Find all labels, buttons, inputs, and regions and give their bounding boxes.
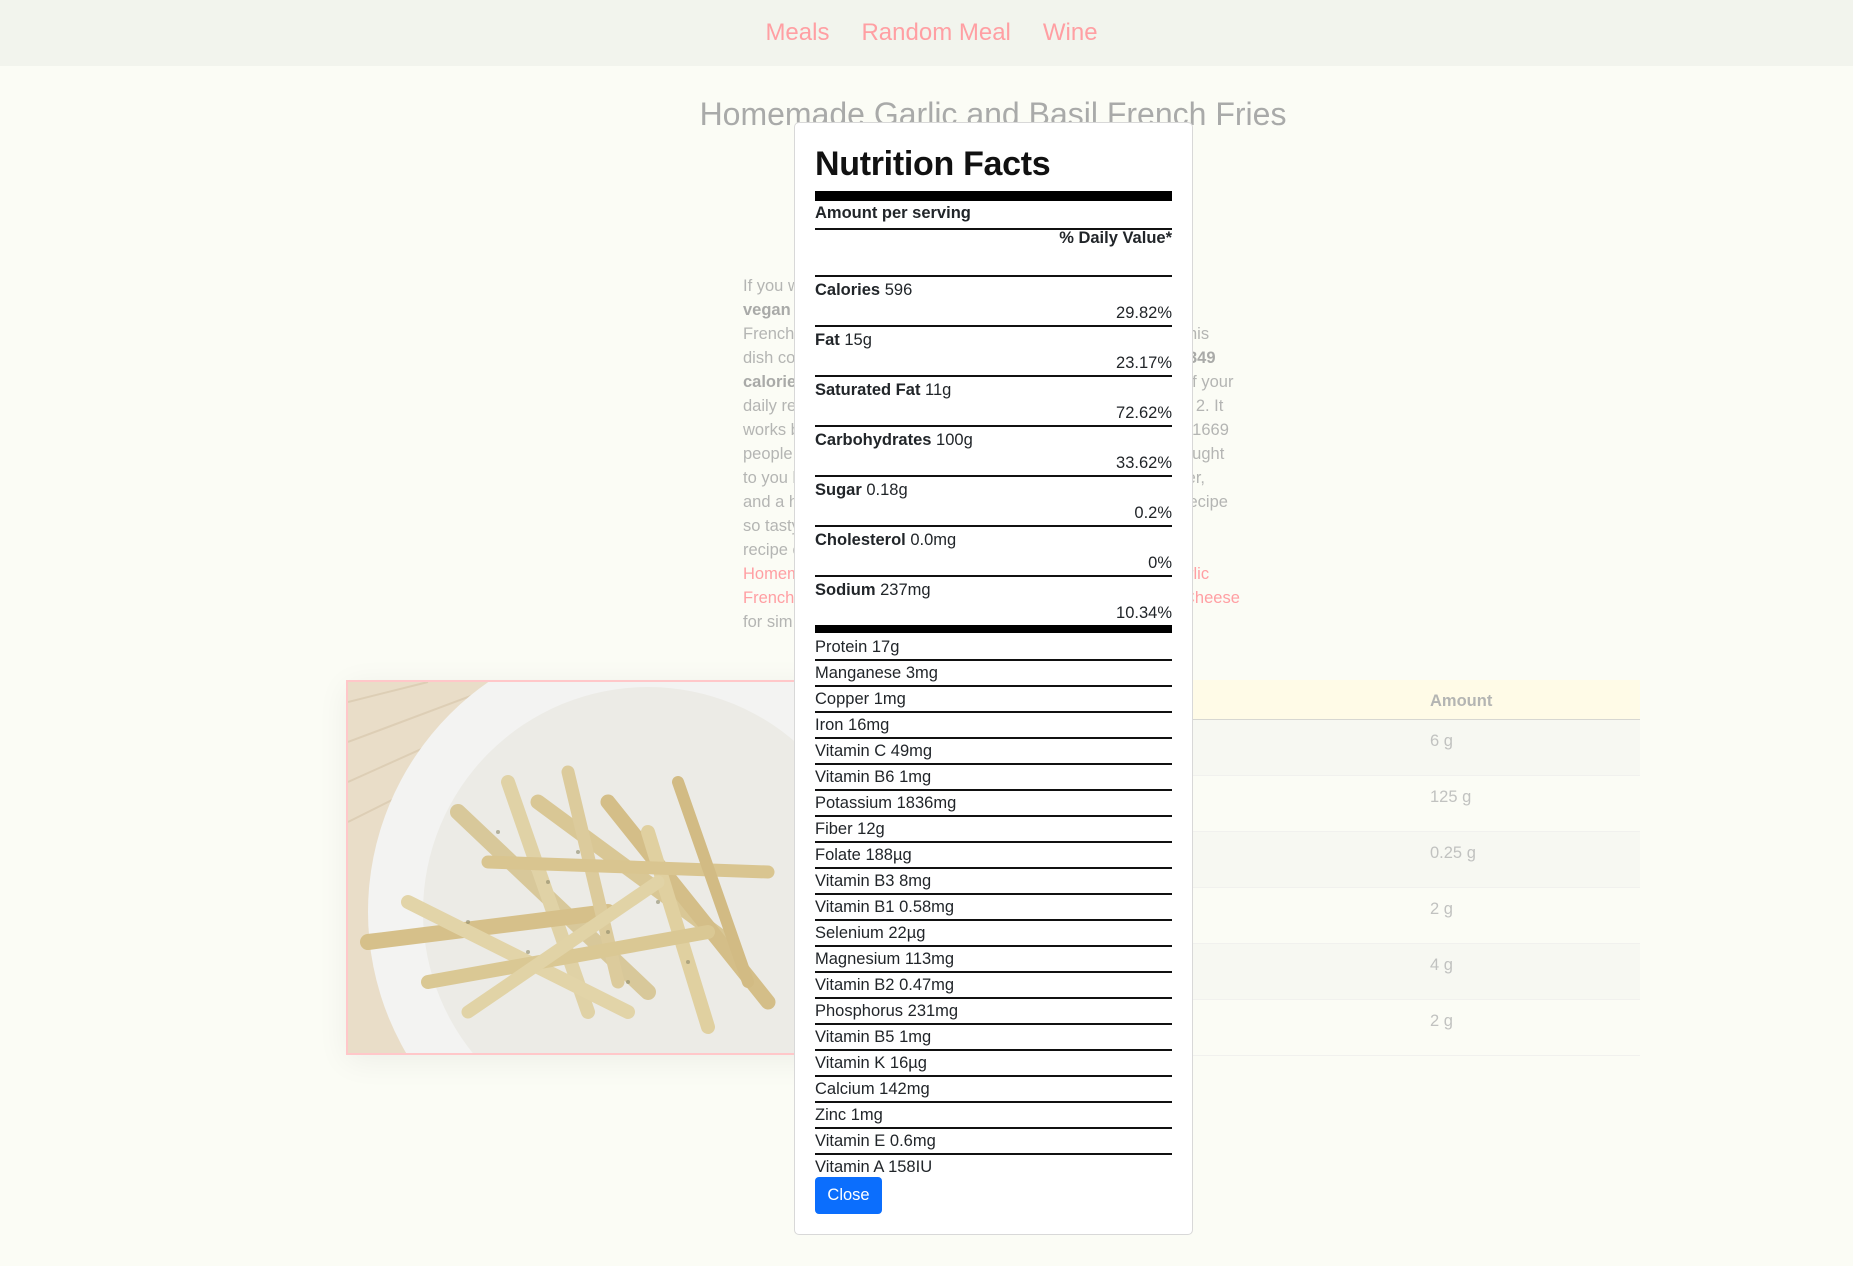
nutrient-row-sodium: Sodium 237mg 10.34%	[815, 581, 1172, 622]
list-item: Selenium 22µg	[815, 921, 1172, 947]
list-item: Vitamin K 16µg	[815, 1051, 1172, 1077]
nav-link-wine[interactable]: Wine	[1043, 19, 1098, 47]
list-item: Folate 188µg	[815, 843, 1172, 869]
french-fries-photo	[348, 682, 824, 1053]
nutrient-row-sugar: Sugar 0.18g 0.2%	[815, 477, 1172, 527]
list-item: Protein 17g	[815, 635, 1172, 661]
list-item: Zinc 1mg	[815, 1103, 1172, 1129]
table-row: 4 g	[1190, 944, 1640, 1000]
table-row: 0.25 g	[1190, 832, 1640, 888]
list-item: Magnesium 113mg	[815, 947, 1172, 973]
list-item: Potassium 1836mg	[815, 791, 1172, 817]
modal-title: Nutrition Facts	[815, 145, 1051, 183]
list-item: Manganese 3mg	[815, 661, 1172, 687]
similar-recipe-link-1[interactable]: Homem	[743, 565, 801, 583]
list-item: Vitamin B1 0.58mg	[815, 895, 1172, 921]
recipe-image	[346, 680, 826, 1055]
amount-per-serving-label: Amount per serving	[815, 204, 1172, 230]
list-item: Phosphorus 231mg	[815, 999, 1172, 1025]
list-item: Vitamin B6 1mg	[815, 765, 1172, 791]
nutrient-row-calories: Calories 596 29.82%	[815, 277, 1172, 327]
list-item: Vitamin B3 8mg	[815, 869, 1172, 895]
nutrient-row-saturated-fat: Saturated Fat 11g 72.62%	[815, 377, 1172, 427]
nav-link-meals[interactable]: Meals	[765, 19, 829, 47]
top-navbar: Meals Random Meal Wine	[0, 0, 1853, 66]
amount-column-header: Amount	[1430, 692, 1493, 710]
list-item: Calcium 142mg	[815, 1077, 1172, 1103]
ingredients-table-header: Amount	[1190, 680, 1640, 720]
nutrient-row-cholesterol: Cholesterol 0.0mg 0%	[815, 527, 1172, 577]
nutrient-row-carbohydrates: Carbohydrates 100g 33.62%	[815, 427, 1172, 477]
list-item: Vitamin C 49mg	[815, 739, 1172, 765]
list-item: Iron 16mg	[815, 713, 1172, 739]
list-item: Vitamin E 0.6mg	[815, 1129, 1172, 1155]
table-row: 2 g	[1190, 888, 1640, 944]
list-item: Copper 1mg	[815, 687, 1172, 713]
divider-thick	[815, 191, 1172, 201]
similar-recipe-link-2[interactable]: French	[743, 589, 794, 607]
table-row: 6 g	[1190, 720, 1640, 776]
daily-value-header: % Daily Value*	[815, 229, 1172, 277]
table-row: 2 g	[1190, 1000, 1640, 1056]
table-row: 125 g	[1190, 776, 1640, 832]
list-item: Fiber 12g	[815, 817, 1172, 843]
nutrition-facts-modal: Nutrition Facts Amount per serving % Dai…	[794, 122, 1193, 1235]
main-nutrients-list: Calories 596 29.82% Fat 15g 23.17% Satur…	[815, 277, 1172, 627]
list-item: Vitamin B5 1mg	[815, 1025, 1172, 1051]
close-button[interactable]: Close	[815, 1177, 882, 1214]
nutrient-row-fat: Fat 15g 23.17%	[815, 327, 1172, 377]
minor-nutrients-list: Protein 17g Manganese 3mg Copper 1mg Iro…	[815, 635, 1172, 1181]
nav-link-random-meal[interactable]: Random Meal	[861, 19, 1010, 47]
ingredients-table: Amount 6 g 125 g 0.25 g 2 g 4 g 2 g	[1190, 680, 1640, 1056]
divider-thick	[815, 625, 1172, 633]
list-item: Vitamin B2 0.47mg	[815, 973, 1172, 999]
